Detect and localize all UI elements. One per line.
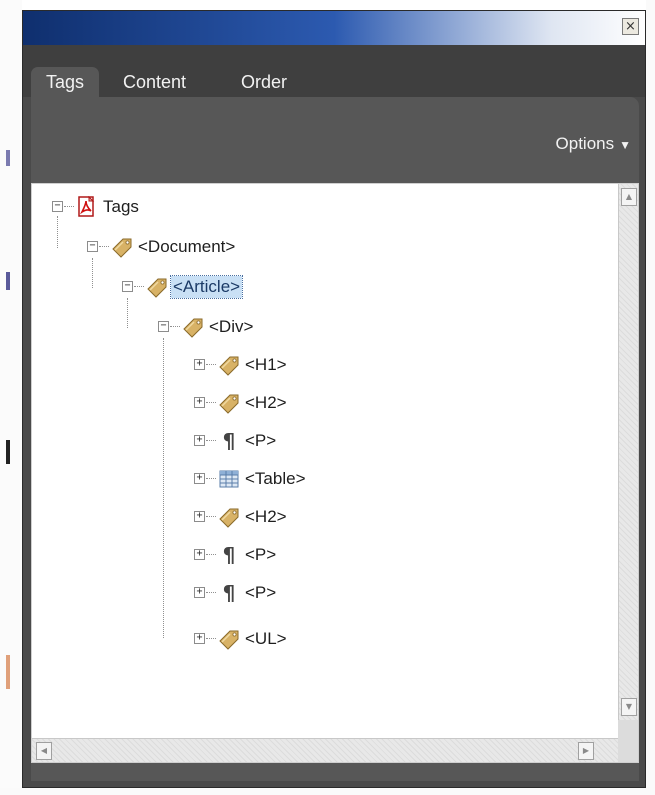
tree-connector <box>206 592 216 593</box>
background-edge-right <box>646 0 655 795</box>
scrollbar-corner <box>618 720 638 762</box>
options-label: Options <box>555 134 615 153</box>
scroll-left-button[interactable]: ◀ <box>36 742 52 760</box>
tree-connector <box>127 298 128 328</box>
tree-connector <box>170 326 180 327</box>
tree-node-h2[interactable]: + <H2> <box>190 506 390 530</box>
tab-strip: Tags Content Order <box>23 45 645 97</box>
tab-content[interactable]: Content <box>123 67 186 97</box>
tag-icon <box>218 506 240 528</box>
tree-connector <box>99 246 109 247</box>
table-icon <box>218 468 240 490</box>
tree-connector <box>92 258 93 288</box>
expand-toggle[interactable]: + <box>194 473 205 484</box>
tree-connector <box>206 364 216 365</box>
tree-node-label: <P> <box>245 583 277 602</box>
paragraph-icon: ¶ <box>222 581 236 605</box>
tree-connector <box>163 338 164 638</box>
chevron-down-icon: ▼ <box>619 138 631 152</box>
collapse-toggle[interactable]: − <box>87 241 98 252</box>
tree-node-label: <H2> <box>245 507 287 526</box>
paragraph-icon: ¶ <box>222 429 236 453</box>
collapse-toggle[interactable]: − <box>122 281 133 292</box>
scroll-down-button[interactable]: ▼ <box>621 698 637 716</box>
vertical-scrollbar[interactable]: ▲ ▼ <box>618 184 638 720</box>
side-mark <box>6 150 10 166</box>
tree-node-p[interactable]: + ¶ <P> <box>190 582 390 606</box>
tags-panel: × Tags Content Order Options ▼ − Tags − <box>22 10 646 788</box>
tag-icon <box>218 628 240 650</box>
collapse-toggle[interactable]: − <box>52 201 63 212</box>
tag-tree: − Tags − <Document> − <Article> − <Div> … <box>31 183 639 763</box>
tag-icon <box>182 316 204 338</box>
expand-toggle[interactable]: + <box>194 587 205 598</box>
tree-node-ul[interactable]: + <UL> <box>190 628 390 652</box>
tree-node-label: <H2> <box>245 393 287 412</box>
tree-node-h2[interactable]: + <H2> <box>190 392 390 416</box>
panel-titlebar[interactable]: × <box>23 11 645 45</box>
tree-node-label: <Document> <box>138 237 236 256</box>
scroll-right-button[interactable]: ▶ <box>578 742 594 760</box>
horizontal-scrollbar[interactable]: ◀ ▶ <box>32 738 618 762</box>
tree-node-label: <P> <box>245 431 277 450</box>
pdf-tags-icon <box>76 196 98 218</box>
side-mark <box>6 272 10 290</box>
tree-connector <box>64 206 74 207</box>
tab-tags[interactable]: Tags <box>31 67 99 97</box>
tree-node-table[interactable]: + <Table> <box>190 468 390 492</box>
tree-node-p[interactable]: + ¶ <P> <box>190 544 390 568</box>
tree-node-label: Tags <box>103 197 139 216</box>
tree-node-label: <UL> <box>245 629 287 648</box>
tree-node-label: <Table> <box>245 469 306 488</box>
tree-node-label-selected: <Article> <box>169 275 244 299</box>
expand-toggle[interactable]: + <box>194 633 205 644</box>
tree-node-article[interactable]: − <Article> <box>118 275 318 300</box>
tree-connector <box>134 286 144 287</box>
tag-icon <box>111 236 133 258</box>
expand-toggle[interactable]: + <box>194 435 205 446</box>
expand-toggle[interactable]: + <box>194 549 205 560</box>
tag-icon <box>146 276 168 298</box>
options-menu-button[interactable]: Options ▼ <box>556 133 631 156</box>
tree-connector <box>206 554 216 555</box>
paragraph-icon: ¶ <box>222 543 236 567</box>
tree-node-label: <Div> <box>209 317 254 336</box>
tree-node-p[interactable]: + ¶ <P> <box>190 430 390 454</box>
tree-node-tags-root[interactable]: − Tags <box>48 196 248 220</box>
tree-connector <box>57 216 58 248</box>
tree-node-label: <P> <box>245 545 277 564</box>
expand-toggle[interactable]: + <box>194 359 205 370</box>
tag-icon <box>218 392 240 414</box>
tree-connector <box>206 516 216 517</box>
tree-connector <box>206 638 216 639</box>
tree-node-div[interactable]: − <Div> <box>154 316 354 340</box>
tree-node-document[interactable]: − <Document> <box>83 236 313 260</box>
tab-order[interactable]: Order <box>241 67 287 97</box>
tree-connector <box>206 402 216 403</box>
scroll-up-button[interactable]: ▲ <box>621 188 637 206</box>
panel-toolbar: Options ▼ <box>31 97 639 183</box>
tree-connector <box>206 440 216 441</box>
close-button[interactable]: × <box>622 18 639 35</box>
expand-toggle[interactable]: + <box>194 511 205 522</box>
panel-bottom-edge <box>31 763 639 781</box>
tag-icon <box>218 354 240 376</box>
background-edge-left <box>0 0 22 795</box>
side-mark <box>6 440 10 464</box>
collapse-toggle[interactable]: − <box>158 321 169 332</box>
expand-toggle[interactable]: + <box>194 397 205 408</box>
tree-node-label: <H1> <box>245 355 287 374</box>
background-edge-bottom <box>0 788 655 795</box>
tree-connector <box>206 478 216 479</box>
side-mark <box>6 655 10 689</box>
tree-node-h1[interactable]: + <H1> <box>190 354 390 378</box>
